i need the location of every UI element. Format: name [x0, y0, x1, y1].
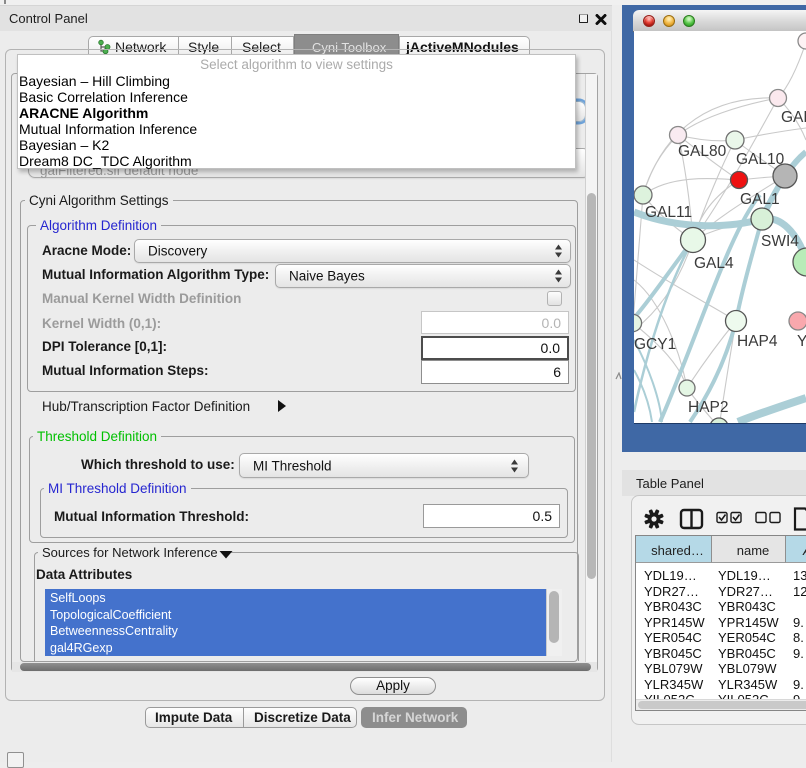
svg-text:GAL10: GAL10 — [736, 151, 785, 168]
svg-text:GAL1: GAL1 — [740, 191, 780, 208]
svg-text:YJ: YJ — [797, 333, 806, 350]
svg-text:GAL11: GAL11 — [645, 204, 692, 221]
svg-text:SWI4: SWI4 — [761, 233, 799, 250]
svg-text:HAP4: HAP4 — [737, 333, 778, 350]
svg-text:GCY1: GCY1 — [634, 336, 676, 353]
svg-text:GAL2: GAL2 — [781, 109, 806, 126]
svg-text:GAL80: GAL80 — [678, 143, 727, 160]
svg-text:HAP2: HAP2 — [688, 399, 729, 416]
svg-text:GAL4: GAL4 — [694, 255, 734, 272]
